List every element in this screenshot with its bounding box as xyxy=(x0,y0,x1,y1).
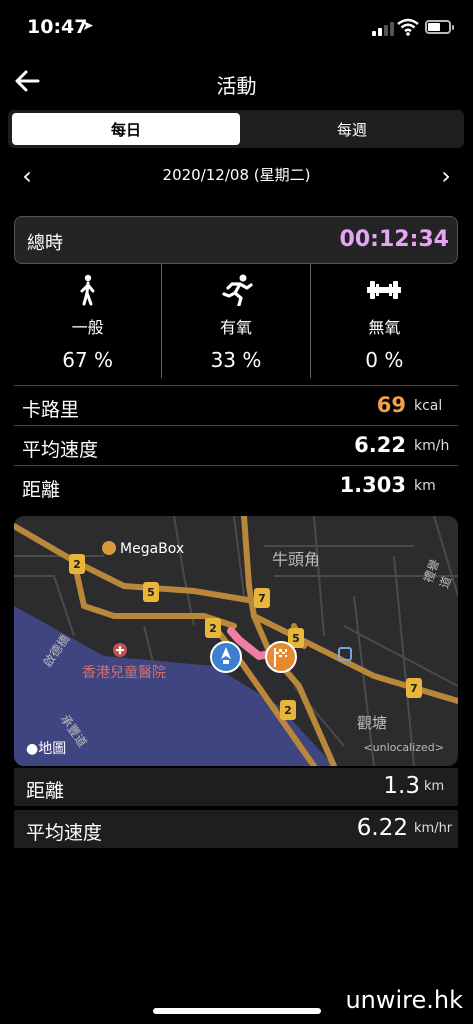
route-badge-2c: 2 xyxy=(284,704,292,717)
summary-speed-row: 平均速度 6.22 km/hr xyxy=(14,810,458,848)
summary-speed-value: 6.22 xyxy=(356,815,408,841)
summary-speed-unit: km/hr xyxy=(414,821,453,836)
route-badge-7b: 7 xyxy=(410,682,418,695)
tab-daily[interactable]: 每日 xyxy=(12,113,240,145)
activity-breakdown: 一般 67 % 有氧 33 % 無氧 0 % xyxy=(14,264,458,378)
summary-speed-label: 平均速度 xyxy=(26,822,103,844)
cellular-signal-icon xyxy=(372,22,394,36)
watermark: unwire.hk xyxy=(345,986,463,1014)
status-bar: 10:47 ➤ xyxy=(0,0,473,56)
apple-logo-icon: ● xyxy=(26,741,39,757)
avg-speed-row: 平均速度 6.22 km/h xyxy=(14,425,458,465)
activity-anaerobic-label: 無氧 xyxy=(368,318,401,337)
map-label-kwun-tong: 觀塘 xyxy=(357,714,388,732)
apple-maps-label: 地圖 xyxy=(38,741,67,757)
wifi-icon xyxy=(397,18,419,36)
start-marker-icon[interactable] xyxy=(210,641,242,673)
summary-distance-row: 距離 1.3 km xyxy=(14,768,458,806)
summary-distance-unit: km xyxy=(424,779,445,794)
finish-flag-marker-icon[interactable] xyxy=(265,641,297,673)
activity-general: 一般 67 % xyxy=(14,264,161,378)
nav-header: 活動 xyxy=(0,56,473,108)
map-label-hospital: 香港兒童醫院 xyxy=(82,665,166,681)
period-segmented-control: 每日 每週 xyxy=(8,110,464,148)
summary-distance-label: 距離 xyxy=(26,780,65,802)
avg-speed-label: 平均速度 xyxy=(22,439,99,461)
home-indicator[interactable] xyxy=(153,1008,321,1014)
location-icon: ➤ xyxy=(82,18,94,34)
activity-anaerobic: 無氧 0 % xyxy=(309,264,458,378)
map-legal-link[interactable]: <unlocalized> xyxy=(363,741,444,754)
avg-speed-unit: km/h xyxy=(414,438,450,454)
megabox-poi-icon xyxy=(102,541,116,555)
route-badge-7a: 7 xyxy=(258,592,266,605)
page-title: 活動 xyxy=(216,74,257,98)
map-label-megabox: MegaBox xyxy=(120,541,185,557)
stats-list: 卡路里 69 kcal 平均速度 6.22 km/h 距離 1.303 km xyxy=(14,385,458,505)
battery-icon xyxy=(425,20,454,34)
activity-aerobic-percent: 33 % xyxy=(210,348,262,372)
activity-aerobic: 有氧 33 % xyxy=(161,264,309,378)
status-time: 10:47 xyxy=(27,16,88,38)
map-label-ngau-tau-kok: 牛頭角 xyxy=(272,550,321,569)
distance-unit: km xyxy=(414,478,436,494)
walking-icon xyxy=(80,274,95,306)
avg-speed-value: 6.22 xyxy=(354,433,406,457)
activity-anaerobic-percent: 0 % xyxy=(365,348,404,372)
distance-value: 1.303 xyxy=(339,473,406,497)
route-map[interactable]: 2 5 7 2 5 7 2 MegaBox 牛頭角 香港兒童醫院 觀塘 啟德橋 … xyxy=(14,516,458,766)
date-navigator: ‹ 2020/12/08 (星期二) › xyxy=(0,158,473,192)
calories-row: 卡路里 69 kcal xyxy=(14,385,458,425)
total-time-card: 總時 00:12:34 xyxy=(14,216,458,264)
calories-value: 69 xyxy=(376,393,406,417)
route-badge-5a: 5 xyxy=(147,586,155,599)
total-time-label: 總時 xyxy=(27,233,63,254)
apple-maps-attribution[interactable]: ●地圖 xyxy=(26,738,66,758)
route-badge-2b: 2 xyxy=(209,622,217,635)
activity-general-label: 一般 xyxy=(71,318,104,337)
activity-aerobic-label: 有氧 xyxy=(219,318,252,337)
calories-unit: kcal xyxy=(414,398,443,414)
distance-row: 距離 1.303 km xyxy=(14,465,458,505)
distance-label: 距離 xyxy=(22,479,61,501)
running-icon xyxy=(222,274,253,306)
tab-weekly[interactable]: 每週 xyxy=(244,113,460,145)
summary-distance-value: 1.3 xyxy=(383,773,420,799)
route-badge-2a: 2 xyxy=(73,558,81,571)
route-badge-5b: 5 xyxy=(292,632,300,645)
next-day-button[interactable]: › xyxy=(433,162,459,190)
activity-general-percent: 67 % xyxy=(62,348,114,372)
calories-label: 卡路里 xyxy=(22,399,80,421)
total-time-value: 00:12:34 xyxy=(339,227,449,252)
dumbbell-icon xyxy=(367,281,402,299)
current-date: 2020/12/08 (星期二) xyxy=(162,166,311,184)
